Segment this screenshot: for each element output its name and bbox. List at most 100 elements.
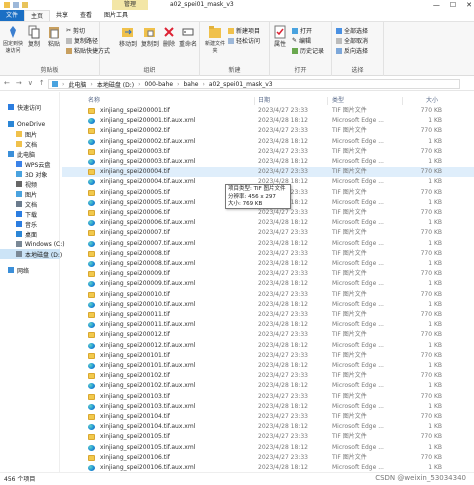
- table-row[interactable]: xinjiang_spei200006.tif.aux.xml 2023/4/28…: [62, 218, 474, 228]
- column-type[interactable]: 类型: [332, 96, 344, 106]
- table-row[interactable]: xinjiang_spei200010.tif.aux.xml 2023/4/28…: [62, 300, 474, 310]
- invert-selection-button[interactable]: 反向选择: [336, 46, 368, 55]
- table-row[interactable]: xinjiang_spei200003.tif 2023/4/27 23:33 TI…: [62, 147, 474, 157]
- nav-item[interactable]: Windows (C:): [0, 239, 65, 249]
- table-row[interactable]: xinjiang_spei200004.tif 2023/4/27 23:33 TI…: [62, 167, 474, 178]
- table-row[interactable]: xinjiang_spei200001.tif 2023/4/27 23:33 TI…: [62, 106, 474, 116]
- tab-0[interactable]: 文件: [0, 10, 24, 21]
- table-row[interactable]: xinjiang_spei200106.tif.aux.xml 2023/4/28…: [62, 463, 474, 472]
- table-row[interactable]: xinjiang_spei200104.tif 2023/4/27 23:33 TI…: [62, 412, 474, 422]
- nav-item[interactable]: 此电脑: [0, 149, 60, 159]
- column-separator[interactable]: [327, 97, 328, 105]
- nav-item[interactable]: 图片: [0, 189, 60, 199]
- back-button[interactable]: ←: [4, 79, 10, 87]
- new-folder-icon[interactable]: [22, 2, 28, 8]
- tab-1[interactable]: 主页: [24, 10, 51, 21]
- breadcrumb-item[interactable]: a02_spei01_mask_v3: [209, 81, 273, 88]
- tab-3[interactable]: 查看: [74, 10, 98, 21]
- nav-item[interactable]: 视频: [0, 179, 60, 189]
- table-row[interactable]: xinjiang_spei200007.tif.aux.xml 2023/4/28…: [62, 239, 474, 249]
- column-separator[interactable]: [402, 97, 403, 105]
- breadcrumb-separator[interactable]: ›: [90, 81, 92, 88]
- recent-locations-button[interactable]: ∨: [28, 79, 33, 87]
- minimize-button[interactable]: —: [433, 0, 440, 10]
- properties-icon[interactable]: [13, 2, 19, 8]
- table-row[interactable]: xinjiang_spei200011.tif 2023/4/27 23:33 TI…: [62, 310, 474, 320]
- table-row[interactable]: xinjiang_spei200106.tif 2023/4/27 23:33 TI…: [62, 453, 474, 463]
- nav-item[interactable]: 3D 对象: [0, 169, 60, 179]
- table-row[interactable]: xinjiang_spei200009.tif.aux.xml 2023/4/28…: [62, 279, 474, 289]
- close-button[interactable]: ✕: [466, 0, 472, 10]
- table-row[interactable]: xinjiang_spei200001.tif.aux.xml 2023/4/28…: [62, 116, 474, 126]
- breadcrumb-separator[interactable]: ›: [62, 81, 64, 88]
- table-row[interactable]: xinjiang_spei200009.tif 2023/4/27 23:33 TI…: [62, 269, 474, 279]
- table-row[interactable]: xinjiang_spei200105.tif 2023/4/27 23:33 TI…: [62, 432, 474, 442]
- edit-button[interactable]: ✎ 编辑: [292, 36, 311, 45]
- nav-item[interactable]: 文档: [0, 139, 60, 149]
- table-row[interactable]: xinjiang_spei200008.tif.aux.xml 2023/4/28…: [62, 259, 474, 269]
- table-row[interactable]: xinjiang_spei200012.tif.aux.xml 2023/4/28…: [62, 341, 474, 351]
- nav-item[interactable]: 下载: [0, 209, 60, 219]
- table-row[interactable]: xinjiang_spei200103.tif 2023/4/27 23:33 TI…: [62, 392, 474, 402]
- cut-button[interactable]: ✂ 剪切: [66, 26, 85, 35]
- copy-button[interactable]: 复制: [26, 25, 42, 48]
- delete-button[interactable]: 删除: [162, 25, 176, 48]
- nav-item[interactable]: 快速访问: [0, 102, 60, 112]
- breadcrumb[interactable]: › 此电脑 › 本地磁盘 (D:) › 000-bahe › bahe › a02_spei01_…: [48, 79, 460, 89]
- paste-button[interactable]: 粘贴: [46, 25, 62, 48]
- breadcrumb-separator[interactable]: ›: [138, 81, 140, 88]
- new-folder-button[interactable]: 新建文件夹: [204, 25, 226, 55]
- maximize-button[interactable]: ☐: [450, 0, 456, 10]
- nav-item[interactable]: 网络: [0, 265, 60, 275]
- copy-path-button[interactable]: 复制路径: [66, 36, 98, 45]
- forward-button[interactable]: →: [16, 79, 22, 87]
- column-date[interactable]: 日期: [258, 96, 270, 106]
- table-row[interactable]: xinjiang_spei200103.tif.aux.xml 2023/4/28…: [62, 402, 474, 412]
- open-button[interactable]: 打开: [292, 26, 312, 35]
- table-row[interactable]: xinjiang_spei200011.tif.aux.xml 2023/4/28…: [62, 320, 474, 330]
- move-to-button[interactable]: 移动到: [118, 25, 138, 48]
- column-size[interactable]: 大小: [426, 96, 438, 106]
- tab-2[interactable]: 共享: [50, 10, 74, 21]
- new-item-button[interactable]: 新建项目: [228, 26, 260, 35]
- pin-button[interactable]: 固定到快速访问: [2, 25, 24, 55]
- manage-tab[interactable]: 管理: [112, 0, 148, 10]
- table-row[interactable]: xinjiang_spei200010.tif 2023/4/27 23:33 TI…: [62, 290, 474, 300]
- table-row[interactable]: xinjiang_spei200104.tif.aux.xml 2023/4/28…: [62, 422, 474, 432]
- table-row[interactable]: xinjiang_spei200102.tif 2023/4/27 23:33 TI…: [62, 371, 474, 381]
- breadcrumb-separator[interactable]: ›: [202, 81, 204, 88]
- nav-item[interactable]: WPS云盘: [0, 159, 60, 169]
- breadcrumb-item[interactable]: bahe: [183, 81, 198, 88]
- breadcrumb-item[interactable]: 本地磁盘 (D:): [97, 80, 134, 89]
- table-row[interactable]: xinjiang_spei200002.tif.aux.xml 2023/4/28…: [62, 137, 474, 147]
- nav-item[interactable]: 音乐: [0, 219, 60, 229]
- nav-item[interactable]: OneDrive: [0, 119, 60, 129]
- nav-item[interactable]: 文档: [0, 199, 60, 209]
- up-button[interactable]: ↑: [39, 79, 45, 87]
- nav-item[interactable]: 本地磁盘 (D:): [0, 249, 62, 259]
- breadcrumb-separator[interactable]: ›: [177, 81, 179, 88]
- breadcrumb-item[interactable]: 此电脑: [68, 80, 86, 89]
- table-row[interactable]: xinjiang_spei200101.tif.aux.xml 2023/4/28…: [62, 361, 474, 371]
- copy-to-button[interactable]: 复制到: [140, 25, 160, 48]
- properties-button[interactable]: 属性: [272, 25, 288, 48]
- table-row[interactable]: xinjiang_spei200105.tif.aux.xml 2023/4/28…: [62, 443, 474, 453]
- table-row[interactable]: xinjiang_spei200003.tif.aux.xml 2023/4/28…: [62, 157, 474, 167]
- history-button[interactable]: 历史记录: [292, 46, 324, 55]
- nav-item[interactable]: 图片: [0, 129, 60, 139]
- column-separator[interactable]: [254, 97, 255, 105]
- table-row[interactable]: xinjiang_spei200002.tif 2023/4/27 23:33 TI…: [62, 126, 474, 136]
- table-row[interactable]: xinjiang_spei200008.tif 2023/4/27 23:33 TI…: [62, 249, 474, 259]
- breadcrumb-item[interactable]: 000-bahe: [144, 81, 173, 88]
- table-row[interactable]: xinjiang_spei200006.tif 2023/4/27 23:33 TI…: [62, 208, 474, 218]
- table-row[interactable]: xinjiang_spei200102.tif.aux.xml 2023/4/28…: [62, 381, 474, 391]
- nav-item[interactable]: 桌面: [0, 229, 60, 239]
- table-row[interactable]: xinjiang_spei200012.tif 2023/4/27 23:33 TI…: [62, 330, 474, 340]
- table-row[interactable]: xinjiang_spei200007.tif 2023/4/27 23:33 TI…: [62, 228, 474, 238]
- table-row[interactable]: xinjiang_spei200101.tif 2023/4/27 23:33 TI…: [62, 351, 474, 361]
- select-none-button[interactable]: 全部取消: [336, 36, 368, 45]
- tab-4[interactable]: 图片工具: [98, 10, 134, 21]
- select-all-button[interactable]: 全部选择: [336, 26, 368, 35]
- easy-access-button[interactable]: 轻松访问: [228, 36, 260, 45]
- rename-button[interactable]: 重命名: [178, 25, 198, 48]
